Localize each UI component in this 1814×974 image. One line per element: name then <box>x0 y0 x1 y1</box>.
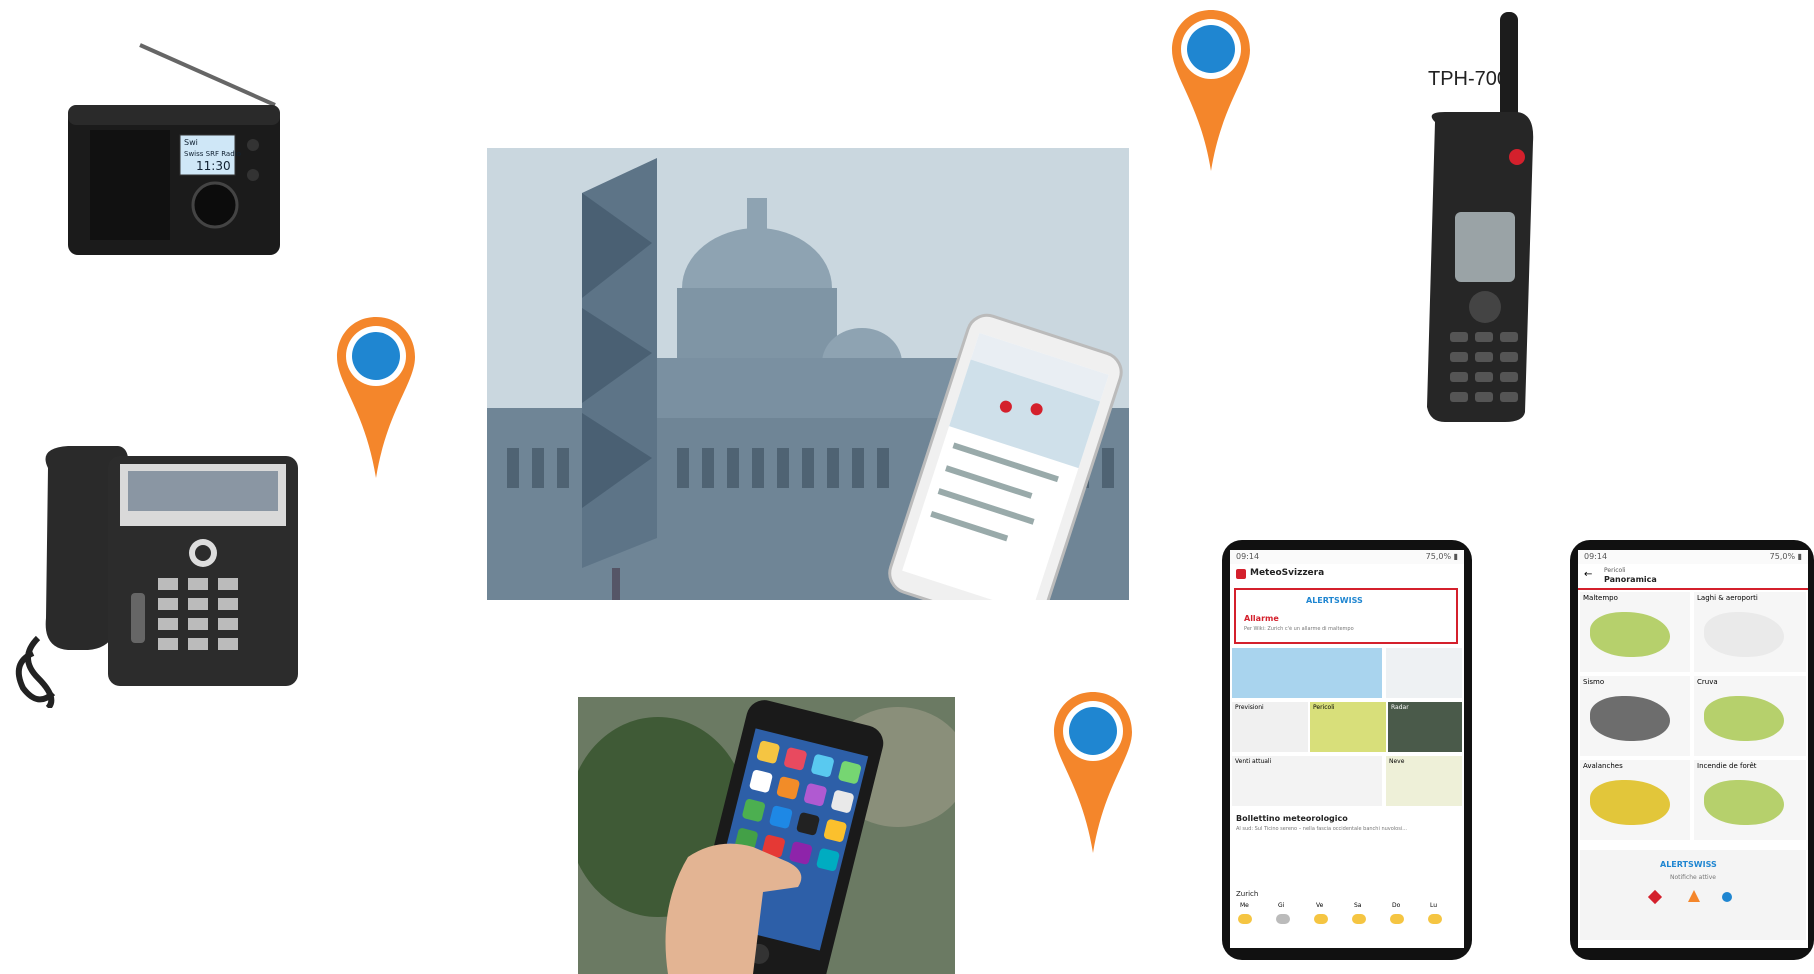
tile-2[interactable]: Pericoli <box>1310 702 1386 752</box>
alertswiss-logo: ALERTSWISS <box>1306 596 1363 605</box>
app-screen: 09:14 75,0% ▮ MeteoSvizzera ALERTSWISS A… <box>1230 550 1464 948</box>
alert-title: Allarme <box>1244 614 1279 623</box>
location-pin-icon <box>337 317 415 478</box>
alert-body: Per Wiki: Zurich c'è un allarme di malte… <box>1244 626 1354 632</box>
forecast-location: Zurich <box>1236 890 1259 898</box>
status-bar: 09:14 75,0% ▮ <box>1230 550 1464 564</box>
tile-5[interactable]: Neve <box>1386 756 1462 806</box>
header-title: Panoramica <box>1604 575 1657 584</box>
hazard-grid: Maltempo Laghi & aeroporti Sismo Cruva A… <box>1578 592 1808 842</box>
weather-icon <box>1314 914 1328 924</box>
weather-icon <box>1276 914 1290 924</box>
status-time: 09:14 <box>1236 552 1260 561</box>
tile-1[interactable]: Previsioni <box>1232 702 1308 752</box>
app-screenshot-meteo: 09:14 75,0% ▮ MeteoSvizzera ALERTSWISS A… <box>1222 540 1472 960</box>
tile-3[interactable]: Radar <box>1388 702 1462 752</box>
tile-grid: Previsioni Pericoli Radar Venti attuali … <box>1230 648 1464 808</box>
weather-icon <box>1238 914 1252 924</box>
app-header: MeteoSvizzera <box>1236 566 1458 584</box>
status-bar: 09:14 75,0% ▮ <box>1578 550 1808 564</box>
tph-700-handset <box>1405 12 1540 422</box>
bulletin-title: Bollettino meteorologico <box>1236 814 1348 823</box>
location-pin-1 <box>335 315 417 480</box>
status-battery: 75,0% ▮ <box>1769 552 1802 561</box>
location-pin-2 <box>1170 8 1252 173</box>
desk-phone-icon <box>15 446 298 708</box>
location-pin-icon <box>1172 10 1250 171</box>
dab-radio-icon: Swi Swiss SRF Radio 11:30 <box>68 43 280 255</box>
alertswiss-panel[interactable]: ALERTSWISS Notifiche attive <box>1580 850 1806 940</box>
location-pin-icon <box>1054 692 1132 853</box>
tile-4[interactable]: Venti attuali <box>1232 756 1382 806</box>
app-screenshot-hazards: 09:14 75,0% ▮ ← Pericoli Panoramica Malt… <box>1570 540 1814 960</box>
hazard-tile-1[interactable]: Maltempo <box>1580 592 1690 672</box>
smartphone-in-hand-photo <box>578 697 955 974</box>
header-subtitle: Pericoli <box>1604 567 1626 574</box>
tph-700-handset-icon <box>1427 12 1534 422</box>
desk-phone <box>8 438 300 708</box>
bulletin-text: Al sud: Sul Ticino sereno – nella fascia… <box>1236 826 1408 832</box>
alert-banner[interactable]: ALERTSWISS Allarme Per Wiki: Zurich c'è … <box>1234 588 1458 644</box>
alert-subtitle: Notifiche attive <box>1670 874 1716 881</box>
hazard-tile-2[interactable]: Laghi & aeroporti <box>1694 592 1806 672</box>
weather-icon <box>1390 914 1404 924</box>
svg-text:Swi: Swi <box>184 138 198 147</box>
forecast-days: Me Gi Ve Sa Do Lu <box>1236 902 1458 942</box>
alertswiss-logo: ALERTSWISS <box>1660 860 1717 869</box>
brand-logo-icon <box>1236 569 1246 579</box>
back-arrow-icon[interactable]: ← <box>1584 569 1592 580</box>
status-time: 09:14 <box>1584 552 1608 561</box>
svg-text:Swiss SRF Radio: Swiss SRF Radio <box>184 150 241 158</box>
federal-palace-photo <box>487 148 1129 600</box>
dab-radio: Swi Swiss SRF Radio 11:30 <box>60 35 295 255</box>
alert-orange-icon <box>1688 890 1700 902</box>
hazard-tile-3[interactable]: Sismo <box>1580 676 1690 756</box>
status-battery: 75,0% ▮ <box>1425 552 1458 561</box>
hazard-tile-4[interactable]: Cruva <box>1694 676 1806 756</box>
svg-text:11:30: 11:30 <box>196 159 231 173</box>
weather-icon <box>1352 914 1366 924</box>
alert-red-icon <box>1647 889 1663 905</box>
hazard-tile-5[interactable]: Avalanches <box>1580 760 1690 840</box>
location-pin-3 <box>1052 690 1134 855</box>
tile-side[interactable] <box>1386 648 1462 698</box>
federal-palace-siren-photo <box>487 148 1129 600</box>
app-header: ← Pericoli Panoramica <box>1578 566 1808 590</box>
hazard-tile-6[interactable]: Incendie de forêt <box>1694 760 1806 840</box>
app-brand: MeteoSvizzera <box>1250 568 1325 578</box>
app-screen: 09:14 75,0% ▮ ← Pericoli Panoramica Malt… <box>1578 550 1808 948</box>
weather-icon <box>1428 914 1442 924</box>
tile-forecast[interactable] <box>1232 648 1382 698</box>
alert-blue-icon <box>1722 892 1732 902</box>
smartphone-photo <box>578 697 955 974</box>
